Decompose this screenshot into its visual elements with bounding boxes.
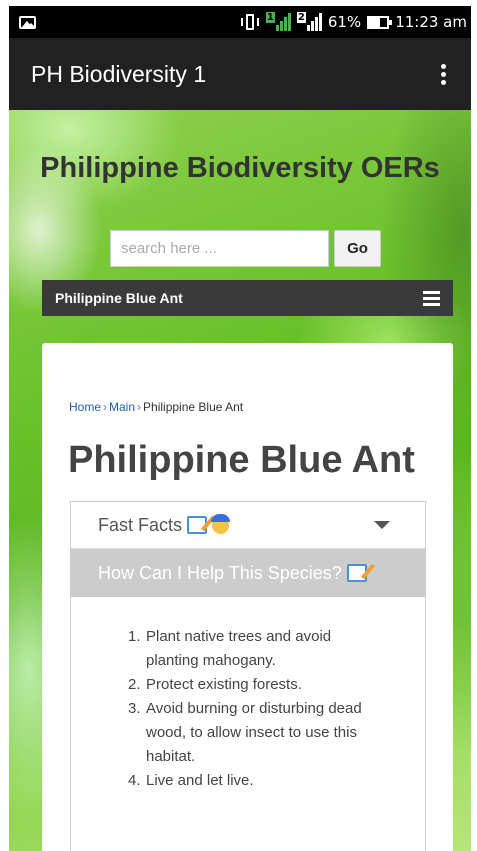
breadcrumb-main[interactable]: Main: [109, 400, 135, 414]
chevron-down-icon[interactable]: [374, 521, 390, 529]
list-item: Plant native trees and avoid planting ma…: [128, 625, 332, 669]
battery-fill: [369, 17, 381, 27]
nav-label: Philippine Blue Ant: [55, 290, 183, 306]
breadcrumb-separator: ›: [103, 400, 108, 414]
fast-facts-header[interactable]: Fast Facts: [71, 502, 425, 549]
memo-icon: [187, 516, 208, 534]
overflow-menu-icon[interactable]: [423, 54, 463, 94]
signal-icon: 2: [296, 12, 322, 31]
help-species-label: How Can I Help This Species?: [98, 562, 342, 583]
app-title: PH Biodiversity 1: [31, 60, 207, 87]
fast-facts-accordion: Fast Facts How Can I Help This Species? …: [70, 501, 426, 851]
help-species-body: Plant native trees and avoid planting ma…: [71, 597, 425, 793]
help-species-header[interactable]: How Can I Help This Species?: [71, 549, 425, 597]
breadcrumb-home[interactable]: Home: [69, 400, 101, 414]
list-item: Protect existing forests.: [128, 673, 302, 697]
vibrate-icon: [240, 14, 260, 30]
signal-icon: 1: [265, 12, 291, 31]
help-list: Plant native trees and avoid planting ma…: [128, 625, 425, 793]
site-title: Philippine Biodiversity OERs: [40, 152, 440, 184]
memo-icon: [346, 564, 367, 582]
list-item: Avoid burning or disturbing dead wood, t…: [128, 697, 362, 765]
page-title: Philippine Blue Ant: [68, 439, 415, 481]
breadcrumb-separator: ›: [137, 400, 142, 414]
web-content: Philippine Biodiversity OERs Go Philippi…: [9, 110, 471, 851]
breadcrumb-current: Philippine Blue Ant: [143, 400, 244, 414]
status-bar: 1 2 61% 11:23 am: [9, 6, 471, 38]
fast-facts-label: Fast Facts: [98, 514, 183, 535]
hamburger-icon[interactable]: [423, 290, 440, 306]
battery-percent: 61%: [327, 13, 362, 31]
breadcrumb: Home › Main › Philippine Blue Ant: [69, 400, 243, 414]
student-face-icon: [211, 513, 231, 534]
sim1-label: 1: [265, 12, 275, 23]
list-item: Live and let live.: [128, 769, 254, 793]
clock: 11:23 am: [395, 13, 467, 31]
battery-icon: [367, 15, 393, 29]
app-bar: PH Biodiversity 1: [9, 38, 471, 110]
nav-bar: Philippine Blue Ant: [42, 280, 453, 316]
content-card: Home › Main › Philippine Blue Ant Philippine…: [42, 343, 453, 851]
sim2-label: 2: [296, 12, 306, 23]
search-input[interactable]: [110, 230, 329, 267]
image-notification-icon: [19, 15, 36, 29]
go-button[interactable]: Go: [334, 230, 381, 267]
